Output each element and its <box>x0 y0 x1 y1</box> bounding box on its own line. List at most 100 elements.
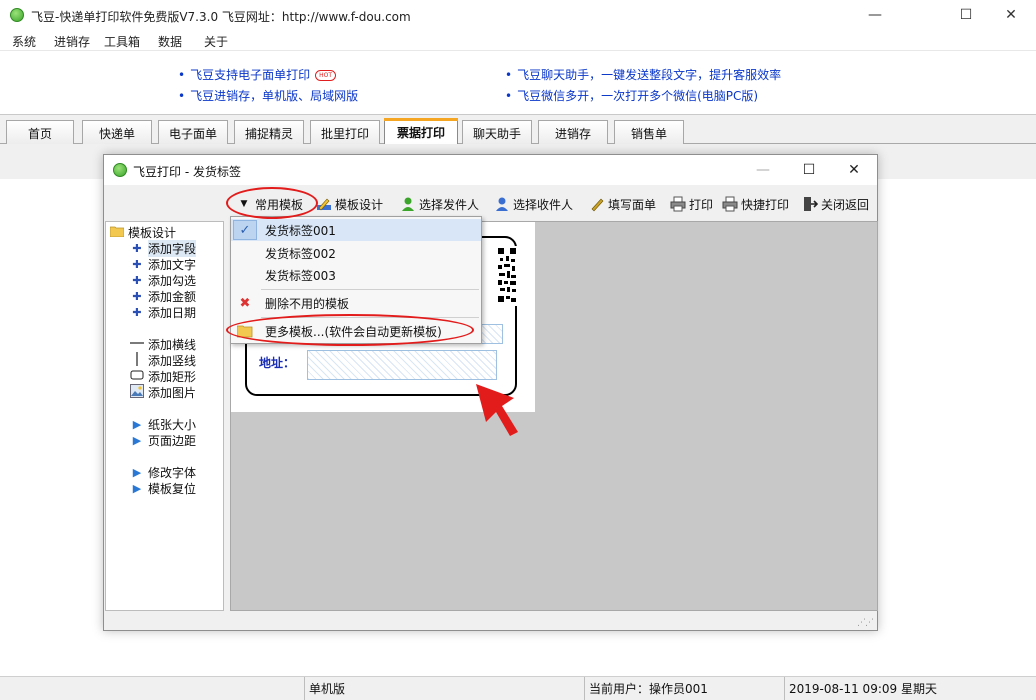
select-sender-button[interactable]: 选择发件人 <box>400 194 479 214</box>
select-recipient-button[interactable]: 选择收件人 <box>494 194 573 214</box>
bullet-icon: • <box>178 68 186 82</box>
menu-data[interactable]: 数据 <box>158 33 182 50</box>
address-label: 地址： <box>259 356 296 370</box>
title-bar: 飞豆-快递单打印软件免费版V7.3.0 飞豆网址：http://www.f-do… <box>0 0 1036 30</box>
red-x-icon: ✖ <box>239 295 251 311</box>
status-bar: 单机版 当前用户：操作员001 2019-08-11 09:09 星期天 <box>0 676 1036 700</box>
tree-item-change-font[interactable]: ▶ 修改字体 <box>130 464 196 481</box>
maximize-button[interactable]: ☐ <box>943 0 989 30</box>
plus-icon: ✚ <box>132 274 142 287</box>
design-tree-panel: 模板设计 ✚ 添加字段 ✚ 添加文字 ✚ 添加勾选 ✚ 添加金额 ✚ 添加日期 添加横线 … <box>105 221 224 611</box>
bullet-icon: • <box>505 89 513 103</box>
hot-badge: HOT <box>315 70 336 81</box>
vline-icon <box>130 352 144 369</box>
tab-eface[interactable]: 电子面单 <box>158 120 228 145</box>
main-tab-bar: 首页 快递单 电子面单 捕捉精灵 批里打印 票据打印 聊天助手 进销存 销售单 <box>0 114 1036 146</box>
tab-express[interactable]: 快递单 <box>82 120 152 145</box>
menu-about[interactable]: 关于 <box>204 33 228 50</box>
close-button[interactable]: ✕ <box>988 0 1034 30</box>
tree-item-add-field[interactable]: ✚ 添加字段 <box>130 240 197 257</box>
promo-area: • 飞豆支持电子面单打印 HOT • 飞豆进销存，单机版、局域网版 • 飞豆聊天助手，一… <box>0 50 1036 114</box>
fill-waybill-button[interactable]: 填写面单 <box>589 194 656 214</box>
status-datetime: 2019-08-11 09:09 星期天 <box>784 677 1036 700</box>
printer-icon <box>670 196 686 212</box>
menu-inventory[interactable]: 进销存 <box>54 33 90 50</box>
menu-toolbox[interactable]: 工具箱 <box>104 33 140 50</box>
exit-icon <box>802 196 819 212</box>
tree-item-add-vline[interactable]: 添加竖线 <box>130 352 196 369</box>
promo-link-chat[interactable]: • 飞豆聊天助手，一键发送整段文字，提升客服效率 <box>505 66 781 83</box>
menu-item-template-001[interactable]: ✓ 发货标签001 <box>231 219 481 241</box>
pen-icon <box>589 196 605 212</box>
tab-inventory[interactable]: 进销存 <box>538 120 608 145</box>
dialog-toolbar: ▼ 常用模板 模板设计 选择发件人 选择收件人 填写面单 打印 快捷打印 关闭返… <box>104 185 877 221</box>
dialog-minimize-button[interactable]: — <box>740 155 786 185</box>
address-field[interactable] <box>307 350 497 380</box>
bullet-icon: • <box>178 89 186 103</box>
tree-item-add-date[interactable]: ✚ 添加日期 <box>130 304 196 321</box>
tree-item-template-reset[interactable]: ▶ 模板复位 <box>130 480 196 497</box>
tree-item-paper-size[interactable]: ▶ 纸张大小 <box>130 416 196 433</box>
tree-item-add-rect[interactable]: 添加矩形 <box>130 368 196 385</box>
pencil-design-icon <box>316 196 332 212</box>
rect-icon <box>130 369 144 384</box>
tree-item-page-margin[interactable]: ▶ 页面边距 <box>130 432 196 449</box>
menu-bar: 系统 进销存 工具箱 数据 关于 <box>0 30 1036 50</box>
red-arrow-icon <box>476 384 518 436</box>
tab-chat-helper[interactable]: 聊天助手 <box>462 120 532 145</box>
quick-print-button[interactable]: 快捷打印 <box>722 194 789 214</box>
tab-bill-print[interactable]: 票据打印 <box>384 118 458 146</box>
template-design-button[interactable]: 模板设计 <box>316 194 383 214</box>
promo-link-wechat[interactable]: • 飞豆微信多开，一次打开多个微信(电脑PC版) <box>505 87 758 104</box>
annotation-ring-more-templates <box>226 314 474 346</box>
qr-code-icon <box>497 246 517 306</box>
hline-icon <box>130 337 144 352</box>
status-mode: 单机版 <box>304 677 584 700</box>
triangle-right-icon: ▶ <box>132 418 142 431</box>
plus-icon: ✚ <box>132 290 142 303</box>
resize-grip-icon[interactable]: ⋰⋰ <box>857 618 874 628</box>
dialog-close-button[interactable]: ✕ <box>831 155 877 185</box>
folder-icon <box>109 225 125 240</box>
dialog-title: 飞豆打印 - 发货标签 <box>133 165 241 179</box>
plus-icon: ✚ <box>132 258 142 271</box>
tree-item-add-amount[interactable]: ✚ 添加金额 <box>130 288 196 305</box>
image-icon <box>130 384 144 401</box>
menu-system[interactable]: 系统 <box>12 33 36 50</box>
user-blue-icon <box>494 196 510 212</box>
window-title: 飞豆-快递单打印软件免费版V7.3.0 飞豆网址：http://www.f-do… <box>31 10 411 24</box>
annotation-ring-templates <box>226 187 318 219</box>
dialog-maximize-button[interactable]: ☐ <box>786 155 832 185</box>
print-button[interactable]: 打印 <box>670 194 713 214</box>
triangle-right-icon: ▶ <box>132 434 142 447</box>
close-return-button[interactable]: 关闭返回 <box>802 194 869 214</box>
printer-icon <box>722 196 738 212</box>
app-logo-icon <box>10 8 24 22</box>
dialog-title-bar: 飞豆打印 - 发货标签 — ☐ ✕ <box>104 155 877 185</box>
user-green-icon <box>400 196 416 212</box>
triangle-right-icon: ▶ <box>132 466 142 479</box>
menu-item-template-002[interactable]: 发货标签002 <box>231 242 481 264</box>
tab-sales[interactable]: 销售单 <box>614 120 684 145</box>
tree-item-add-image[interactable]: 添加图片 <box>130 384 196 401</box>
tree-item-add-hline[interactable]: 添加横线 <box>130 336 196 353</box>
app-logo-icon <box>113 163 127 177</box>
minimize-button[interactable]: — <box>852 0 898 30</box>
tab-capture[interactable]: 捕捉精灵 <box>234 120 304 145</box>
status-user: 当前用户：操作员001 <box>584 677 784 700</box>
tab-batch-print[interactable]: 批里打印 <box>310 120 380 145</box>
tree-item-add-text[interactable]: ✚ 添加文字 <box>130 256 196 273</box>
plus-icon: ✚ <box>132 242 142 255</box>
checkmark-icon: ✓ <box>239 222 251 238</box>
menu-separator <box>261 289 479 290</box>
menu-item-delete-unused[interactable]: ✖ 删除不用的模板 <box>231 292 481 314</box>
bullet-icon: • <box>505 68 513 82</box>
plus-icon: ✚ <box>132 306 142 319</box>
menu-item-template-003[interactable]: 发货标签003 <box>231 264 481 286</box>
promo-link-inventory[interactable]: • 飞豆进销存，单机版、局域网版 <box>178 87 358 104</box>
promo-link-eface[interactable]: • 飞豆支持电子面单打印 HOT <box>178 66 336 83</box>
tree-root-template-design[interactable]: 模板设计 <box>109 224 176 241</box>
tree-item-add-check[interactable]: ✚ 添加勾选 <box>130 272 196 289</box>
triangle-right-icon: ▶ <box>132 482 142 495</box>
tab-home[interactable]: 首页 <box>6 120 74 145</box>
